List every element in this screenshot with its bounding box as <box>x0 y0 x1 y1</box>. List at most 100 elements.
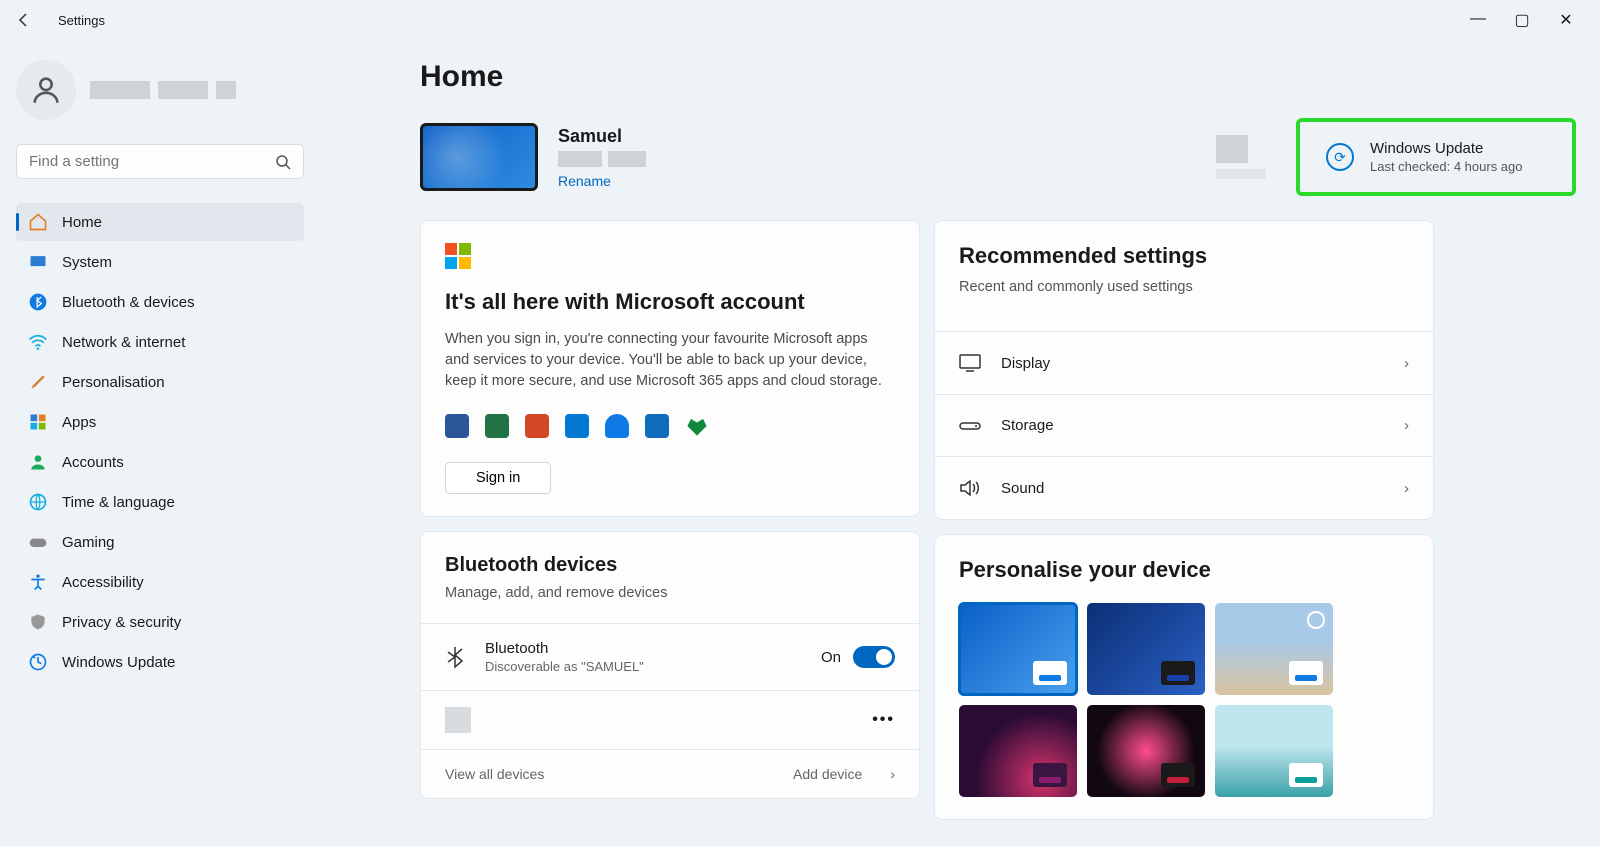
nav-personalisation[interactable]: Personalisation <box>16 363 304 401</box>
apps-icon <box>28 412 48 432</box>
theme-option-4[interactable] <box>959 705 1077 797</box>
nav-accounts[interactable]: Accounts <box>16 443 304 481</box>
rec-item-storage[interactable]: Storage › <box>935 394 1433 456</box>
chevron-right-icon: › <box>1404 355 1409 372</box>
main-content: Home Samuel Rename ⟳ Windows <box>320 40 1600 846</box>
bluetooth-device-row[interactable]: ••• <box>421 690 919 749</box>
rec-label: Sound <box>1001 480 1044 497</box>
add-device-link[interactable]: Add device <box>793 766 862 782</box>
rec-item-display[interactable]: Display › <box>935 331 1433 394</box>
close-button[interactable]: ✕ <box>1556 10 1576 30</box>
app-icons <box>445 414 895 438</box>
wifi-icon <box>28 332 48 352</box>
bluetooth-toggle-row[interactable]: Bluetooth Discoverable as "SAMUEL" On <box>421 623 919 690</box>
system-icon <box>28 252 48 272</box>
update-icon <box>28 652 48 672</box>
bluetooth-icon <box>28 292 48 312</box>
nav-privacy[interactable]: Privacy & security <box>16 603 304 641</box>
search-box[interactable] <box>16 144 304 179</box>
nav-gaming[interactable]: Gaming <box>16 523 304 561</box>
family-icon <box>685 414 709 438</box>
bluetooth-card: Bluetooth devices Manage, add, and remov… <box>420 531 920 799</box>
rec-item-sound[interactable]: Sound › <box>935 456 1433 519</box>
display-icon <box>959 354 981 372</box>
bluetooth-icon <box>445 645 465 669</box>
device-model-redacted <box>558 151 646 167</box>
personalise-card: Personalise your device <box>934 534 1434 820</box>
maximize-button[interactable]: ▢ <box>1512 10 1532 30</box>
nav-apps[interactable]: Apps <box>16 403 304 441</box>
nav-label: Personalisation <box>62 374 165 391</box>
onedrive-icon <box>605 414 629 438</box>
refresh-icon: ⟳ <box>1326 143 1354 171</box>
device-thumbnail[interactable] <box>420 123 538 191</box>
bt-heading: Bluetooth devices <box>445 554 895 577</box>
nav-windows-update[interactable]: Windows Update <box>16 643 304 681</box>
nav-label: Privacy & security <box>62 614 181 631</box>
windows-update-card[interactable]: ⟳ Windows Update Last checked: 4 hours a… <box>1296 118 1576 196</box>
search-input[interactable] <box>29 153 275 170</box>
nav-network[interactable]: Network & internet <box>16 323 304 361</box>
chevron-right-icon: › <box>1404 480 1409 497</box>
view-all-link[interactable]: View all devices <box>445 766 544 782</box>
nav-label: Gaming <box>62 534 115 551</box>
search-icon <box>275 154 291 170</box>
slideshow-icon <box>1307 611 1325 629</box>
gamepad-icon <box>28 532 48 552</box>
theme-option-2[interactable] <box>1087 603 1205 695</box>
nav-label: Bluetooth & devices <box>62 294 195 311</box>
ms-body: When you sign in, you're connecting your… <box>445 329 895 392</box>
nav-time[interactable]: Time & language <box>16 483 304 521</box>
defender-icon <box>565 414 589 438</box>
page-title: Home <box>420 60 1576 94</box>
avatar <box>16 60 76 120</box>
sidebar: Home System Bluetooth & devices Network … <box>0 40 320 846</box>
bt-state: On <box>821 649 841 666</box>
theme-grid <box>959 603 1409 797</box>
minimize-button[interactable]: — <box>1468 10 1488 30</box>
nav-label: Accounts <box>62 454 124 471</box>
profile-name-redacted <box>90 81 236 99</box>
microsoft-account-card: It's all here with Microsoft account Whe… <box>420 220 920 517</box>
chevron-right-icon: › <box>890 766 895 782</box>
person-icon <box>28 452 48 472</box>
rec-label: Display <box>1001 355 1050 372</box>
rec-heading: Recommended settings <box>959 243 1409 269</box>
pers-heading: Personalise your device <box>959 557 1409 583</box>
nav-label: Accessibility <box>62 574 144 591</box>
rec-sub: Recent and commonly used settings <box>959 279 1409 295</box>
device-icon-redacted <box>445 707 471 733</box>
profile[interactable] <box>16 60 304 120</box>
home-icon <box>28 212 48 232</box>
nav-label: Home <box>62 214 102 231</box>
theme-option-1[interactable] <box>959 603 1077 695</box>
bt-row-desc: Discoverable as "SAMUEL" <box>485 659 644 674</box>
nav-bluetooth[interactable]: Bluetooth & devices <box>16 283 304 321</box>
theme-option-3[interactable] <box>1215 603 1333 695</box>
chevron-right-icon: › <box>1404 417 1409 434</box>
theme-option-6[interactable] <box>1215 705 1333 797</box>
nav-system[interactable]: System <box>16 243 304 281</box>
titlebar: Settings — ▢ ✕ <box>0 0 1600 40</box>
signin-button[interactable]: Sign in <box>445 462 551 494</box>
ms-heading: It's all here with Microsoft account <box>445 289 895 315</box>
nav-label: Windows Update <box>62 654 175 671</box>
globe-icon <box>28 492 48 512</box>
nav-home[interactable]: Home <box>16 203 304 241</box>
back-button[interactable] <box>8 12 40 28</box>
sound-icon <box>959 479 981 497</box>
bluetooth-toggle[interactable] <box>853 646 895 668</box>
more-menu[interactable]: ••• <box>872 711 895 729</box>
theme-option-5[interactable] <box>1087 705 1205 797</box>
rec-label: Storage <box>1001 417 1054 434</box>
microsoft-logo-icon <box>445 243 895 269</box>
shield-icon <box>28 612 48 632</box>
bt-sub: Manage, add, and remove devices <box>445 585 895 601</box>
nav-accessibility[interactable]: Accessibility <box>16 563 304 601</box>
rename-link[interactable]: Rename <box>558 173 646 189</box>
accessibility-icon <box>28 572 48 592</box>
wu-subtitle: Last checked: 4 hours ago <box>1370 159 1523 174</box>
nav-label: Apps <box>62 414 96 431</box>
storage-icon <box>959 419 981 433</box>
word-icon <box>445 414 469 438</box>
